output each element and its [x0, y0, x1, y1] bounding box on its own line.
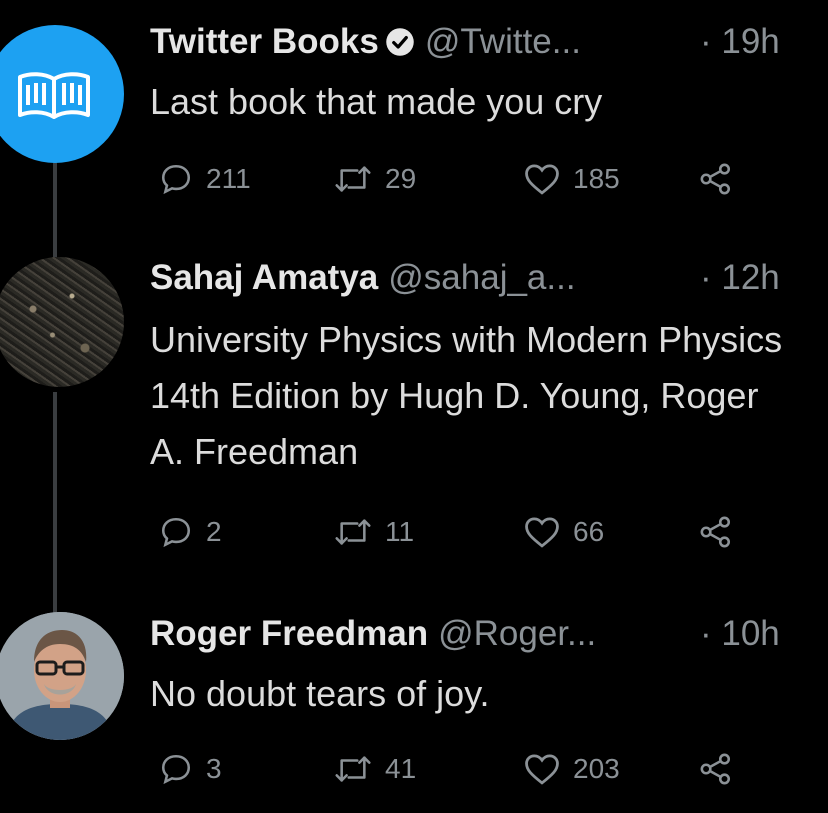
heart-icon	[525, 517, 559, 548]
author-handle[interactable]: @Twitte...	[425, 22, 581, 62]
share-icon	[700, 163, 731, 195]
like-button[interactable]: 185	[523, 162, 620, 196]
reply-button[interactable]: 211	[158, 162, 251, 196]
author-name[interactable]: Roger Freedman	[150, 614, 428, 654]
reply-button[interactable]: 2	[158, 515, 222, 549]
tweet-thread: Twitter Books @Twitte... · 19h Last book…	[0, 0, 828, 813]
reply-button[interactable]: 3	[158, 752, 222, 786]
heart-icon	[525, 754, 559, 785]
author-name[interactable]: Twitter Books	[150, 22, 379, 62]
tweet-header: Twitter Books @Twitte...	[150, 22, 581, 62]
tweet-text: Last book that made you cry	[150, 81, 603, 122]
like-count: 203	[573, 753, 620, 784]
heart-icon	[525, 164, 559, 195]
tweet-time[interactable]: · 12h	[700, 258, 780, 298]
thread-line	[53, 392, 57, 612]
share-button[interactable]	[698, 515, 746, 549]
tweet-actions: 3 41 203	[158, 752, 778, 792]
retweet-button[interactable]: 41	[333, 752, 416, 786]
share-button[interactable]	[698, 752, 746, 786]
tweet-text: No doubt tears of joy.	[150, 673, 490, 714]
open-book-icon	[18, 72, 90, 119]
verified-badge-icon	[386, 28, 414, 56]
tweet-actions: 2 11 66	[158, 515, 778, 555]
tweet-actions: 211 29 185	[158, 162, 778, 202]
like-count: 185	[573, 163, 620, 194]
share-icon	[700, 753, 731, 785]
share-button[interactable]	[698, 162, 746, 196]
tweet-text: University Physics with Modern Physics 1…	[150, 319, 783, 472]
retweet-icon	[335, 166, 371, 192]
reply-count: 211	[206, 163, 251, 194]
tweet-header: Roger Freedman @Roger...	[150, 614, 596, 654]
retweet-count: 41	[385, 753, 417, 784]
retweet-count: 29	[385, 163, 417, 194]
author-handle[interactable]: @sahaj_a...	[388, 258, 575, 298]
author-handle[interactable]: @Roger...	[438, 614, 596, 654]
reply-icon	[161, 517, 191, 548]
retweet-button[interactable]: 29	[333, 162, 416, 196]
reply-icon	[161, 164, 191, 195]
man-with-glasses-photo	[0, 612, 124, 740]
retweet-icon	[335, 519, 371, 545]
reply-count: 2	[206, 516, 222, 547]
retweet-count: 11	[385, 516, 415, 547]
like-count: 66	[573, 516, 605, 547]
reply-icon	[161, 754, 191, 785]
reply-count: 3	[206, 753, 222, 784]
retweet-button[interactable]: 11	[333, 515, 414, 549]
tweet-header: Sahaj Amatya @sahaj_a...	[150, 258, 576, 298]
like-button[interactable]: 66	[523, 515, 604, 549]
thread-line	[53, 160, 57, 260]
roger-freedman-avatar[interactable]	[0, 612, 124, 740]
twitter-books-avatar[interactable]	[0, 25, 124, 163]
sahaj-amatya-avatar[interactable]	[0, 257, 124, 387]
tweet-time[interactable]: · 19h	[700, 22, 780, 62]
like-button[interactable]: 203	[523, 752, 620, 786]
share-icon	[700, 516, 731, 548]
tweet-time[interactable]: · 10h	[700, 614, 780, 654]
retweet-icon	[335, 756, 371, 782]
author-name[interactable]: Sahaj Amatya	[150, 258, 378, 298]
